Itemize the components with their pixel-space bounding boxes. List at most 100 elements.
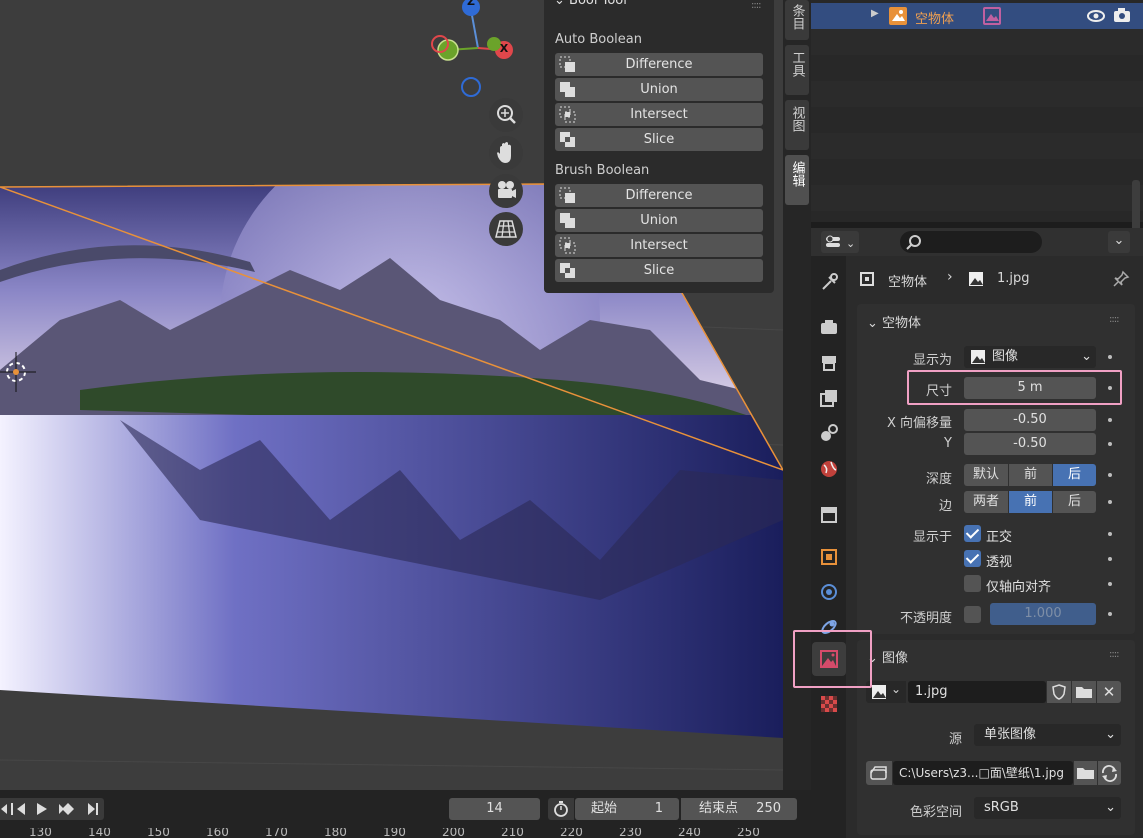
editor-type-dropdown[interactable]: ⌄ — [821, 231, 859, 253]
side-both-option[interactable]: 两者 — [964, 491, 1008, 513]
unlink-button[interactable]: ✕ — [1097, 681, 1121, 703]
collection-icon[interactable] — [819, 504, 839, 524]
show-persp-checkbox[interactable] — [964, 550, 981, 567]
colorspace-dropdown[interactable]: sRGB ⌄ — [974, 797, 1121, 819]
play-reverse-icon[interactable] — [11, 803, 25, 815]
pin-icon[interactable] — [1112, 270, 1130, 288]
display-as-value: 图像 — [992, 349, 1019, 364]
auto-slice-button[interactable]: Slice — [555, 128, 763, 151]
browse-file-button[interactable] — [1074, 761, 1097, 785]
keyframe-dot[interactable] — [1108, 442, 1112, 446]
physics-icon[interactable] — [819, 582, 839, 602]
zoom-button[interactable] — [489, 98, 523, 132]
view-layer-icon[interactable] — [819, 388, 839, 408]
pan-button[interactable] — [489, 136, 523, 170]
preview-range-button[interactable] — [548, 798, 574, 820]
options-dropdown[interactable]: ⌄ — [1108, 231, 1130, 253]
side-front-option[interactable]: 前 — [1009, 491, 1052, 513]
render-camera-icon[interactable] — [1113, 7, 1131, 23]
depth-default-option[interactable]: 默认 — [964, 464, 1008, 486]
pack-button[interactable] — [866, 761, 892, 785]
keyframe-dot[interactable] — [1108, 500, 1112, 504]
ruler-tick: 240 — [678, 828, 701, 838]
outliner-object-name[interactable]: 空物体 — [915, 8, 954, 27]
offset-y-field[interactable]: -0.50 — [964, 433, 1096, 455]
keyframe-dot[interactable] — [1108, 582, 1112, 586]
image-panel-header[interactable]: ⌄ 图像 — [867, 647, 908, 666]
keyframe-dot[interactable] — [1108, 355, 1112, 359]
reload-button[interactable] — [1098, 761, 1121, 785]
render-icon[interactable] — [819, 317, 839, 337]
3d-viewport[interactable]: Z X ⌄ Bool Tool :::: Auto Boolean Differ… — [0, 0, 783, 790]
tab-tool[interactable]: 工具 — [785, 45, 809, 95]
properties-search-input[interactable] — [900, 231, 1042, 253]
fake-user-button[interactable] — [1047, 681, 1071, 703]
ruler-tick: 150 — [147, 828, 170, 838]
drag-handle-icon[interactable]: :::: — [1109, 314, 1120, 325]
filepath-field[interactable]: C:\Users\z3...□面\壁纸\1.jpg — [893, 761, 1073, 785]
opacity-checkbox[interactable] — [964, 606, 981, 623]
frame-ruler[interactable]: 130 140 150 160 170 180 190 200 210 220 … — [0, 828, 811, 838]
drag-handle-icon[interactable]: :::: — [751, 0, 762, 11]
end-frame-field[interactable]: 结束点 250 — [681, 798, 797, 820]
side-back-option[interactable]: 后 — [1053, 491, 1096, 513]
display-as-dropdown[interactable]: 图像 ⌄ — [964, 346, 1096, 368]
keyframe-dot[interactable] — [1108, 532, 1112, 536]
open-image-button[interactable] — [1072, 681, 1096, 703]
show-ortho-checkbox[interactable] — [964, 525, 981, 542]
bool-tool-header[interactable]: ⌄ Bool Tool — [554, 0, 627, 8]
brush-slice-button[interactable]: Slice — [555, 259, 763, 282]
depth-back-option[interactable]: 后 — [1053, 464, 1096, 486]
keyframe-dot[interactable] — [1108, 557, 1112, 561]
camera-view-button[interactable] — [489, 174, 523, 208]
scene-icon[interactable] — [819, 423, 839, 443]
perspective-toggle-button[interactable] — [489, 212, 523, 246]
auto-difference-button[interactable]: Difference — [555, 53, 763, 76]
boolean-slice-icon — [560, 263, 575, 278]
start-frame-field[interactable]: 起始 1 — [575, 798, 679, 820]
auto-union-button[interactable]: Union — [555, 78, 763, 101]
source-dropdown[interactable]: 单张图像 ⌄ — [974, 724, 1121, 746]
bool-tool-title: Bool Tool — [569, 0, 627, 8]
output-icon[interactable] — [819, 353, 839, 373]
image-browse-dropdown[interactable]: ⌄ — [866, 681, 906, 703]
empty-panel-header[interactable]: ⌄ 空物体 — [867, 312, 921, 331]
breadcrumb-separator-icon: › — [947, 269, 953, 285]
auto-boolean-label: Auto Boolean — [555, 32, 642, 47]
tool-icon[interactable] — [819, 273, 839, 293]
hand-icon — [497, 142, 511, 163]
object-icon[interactable] — [819, 547, 839, 567]
world-icon[interactable] — [819, 459, 839, 479]
ruler-tick: 200 — [442, 828, 465, 838]
grid-perspective-icon — [495, 220, 517, 238]
drag-handle-icon[interactable]: :::: — [1109, 649, 1120, 660]
eye-icon[interactable] — [1087, 9, 1105, 23]
keyframe-dot[interactable] — [1108, 612, 1112, 616]
brush-intersect-button[interactable]: Intersect — [555, 234, 763, 257]
image-name-field[interactable]: 1.jpg — [908, 681, 1046, 703]
jump-start-icon[interactable] — [1, 804, 7, 814]
chevron-down-icon: ⌄ — [1105, 800, 1116, 815]
offset-y-label: Y — [944, 436, 952, 451]
jump-end-icon[interactable] — [88, 803, 98, 815]
offset-x-field[interactable]: -0.50 — [964, 409, 1096, 431]
outliner-row-selected[interactable]: ▶ 空物体 — [811, 3, 1143, 29]
brush-union-button[interactable]: Union — [555, 209, 763, 232]
current-frame-field[interactable]: 14 — [449, 798, 540, 820]
brush-difference-button[interactable]: Difference — [555, 184, 763, 207]
opacity-field[interactable]: 1.000 — [990, 603, 1096, 625]
depth-front-option[interactable]: 前 — [1009, 464, 1052, 486]
keyframe-dot[interactable] — [1108, 473, 1112, 477]
properties-header: ⌄ ⌄ — [811, 228, 1143, 256]
auto-intersect-button[interactable]: Intersect — [555, 103, 763, 126]
keyframe-dot[interactable] — [1108, 418, 1112, 422]
show-axis-aligned-checkbox[interactable] — [964, 575, 981, 592]
tab-item[interactable]: 条目 — [785, 0, 809, 40]
tab-edit[interactable]: 编辑 — [785, 155, 809, 205]
play-icon[interactable] — [37, 803, 47, 815]
expand-arrow-icon[interactable]: ▶ — [871, 8, 879, 19]
next-keyframe-icon[interactable] — [59, 803, 74, 815]
outliner: ▶ 空物体 — [811, 0, 1143, 245]
texture-icon[interactable] — [819, 694, 839, 714]
tab-view[interactable]: 视图 — [785, 100, 809, 150]
